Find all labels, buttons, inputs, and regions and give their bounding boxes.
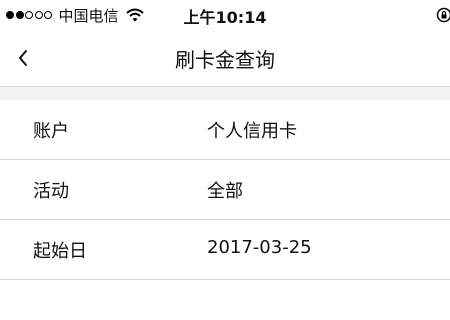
- start-date-value: 2017-03-25: [207, 237, 312, 258]
- row-account[interactable]: 账户 个人信用卡: [0, 100, 450, 160]
- status-time: 上午10:14: [0, 4, 450, 28]
- navigation-bar: 刷卡金查询: [0, 30, 450, 86]
- row-activity[interactable]: 活动 全部: [0, 160, 450, 220]
- status-bar: 中国电信 上午10:14: [0, 0, 450, 30]
- row-start-date[interactable]: 起始日 2017-03-25: [0, 220, 450, 280]
- page-title: 刷卡金查询: [0, 44, 450, 73]
- account-value: 个人信用卡: [207, 117, 297, 143]
- row-cut-off: [0, 280, 450, 320]
- activity-label: 活动: [33, 177, 69, 203]
- orientation-lock-icon: [436, 7, 450, 27]
- activity-value: 全部: [207, 177, 243, 203]
- account-label: 账户: [33, 117, 69, 143]
- start-date-label: 起始日: [33, 237, 87, 263]
- query-form-list: 账户 个人信用卡 活动 全部 起始日 2017-03-25: [0, 100, 450, 320]
- section-gap: [0, 86, 450, 100]
